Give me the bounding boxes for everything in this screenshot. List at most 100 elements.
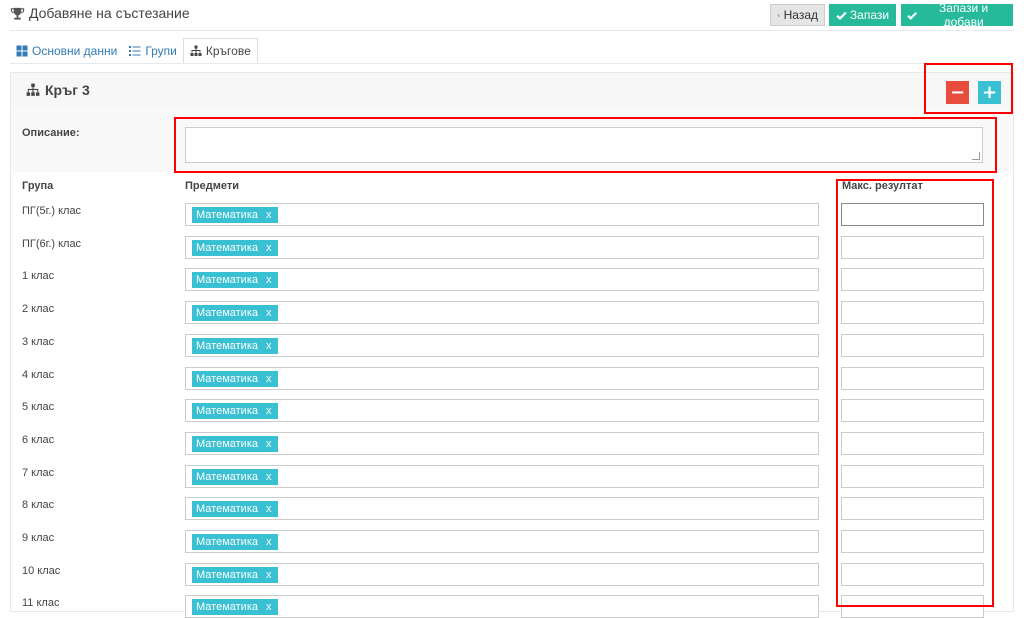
subject-tag-label: Математика	[196, 536, 258, 548]
subject-tag-label: Математика	[196, 569, 258, 581]
subject-tag: Математика x	[192, 501, 278, 517]
subject-tag: Математика x	[192, 240, 278, 256]
back-button[interactable]: Назад	[770, 4, 825, 26]
row-group-label: 11 клас	[22, 597, 60, 609]
subject-tag-label: Математика	[196, 340, 258, 352]
subjects-select[interactable]: Математика x	[185, 301, 819, 324]
resize-handle-icon[interactable]	[972, 152, 980, 160]
tabs-divider	[10, 63, 1014, 64]
trophy-icon	[10, 7, 25, 20]
subjects-select[interactable]: Математика x	[185, 236, 819, 259]
max-result-input[interactable]	[841, 432, 984, 455]
save-and-add-button[interactable]: Запази и добави	[901, 1, 1013, 29]
subjects-select[interactable]: Математика x	[185, 334, 819, 357]
save-button[interactable]: Запази	[829, 4, 896, 26]
column-header-group: Група	[22, 180, 54, 192]
max-result-input[interactable]	[841, 465, 984, 488]
back-button-label: Назад	[783, 8, 818, 22]
tab-rounds-label: Кръгове	[205, 44, 251, 58]
save-button-label: Запази	[849, 8, 890, 22]
max-result-input[interactable]	[841, 203, 984, 226]
subject-tag: Математика x	[192, 567, 278, 583]
subjects-select[interactable]: Математика x	[185, 268, 819, 291]
remove-tag-icon[interactable]: x	[266, 438, 272, 450]
subject-tag: Математика x	[192, 272, 278, 288]
row-group-label: 4 клас	[22, 369, 55, 381]
remove-tag-icon[interactable]: x	[266, 536, 272, 548]
description-textarea[interactable]	[185, 127, 983, 163]
save-and-add-button-label: Запази и добави	[939, 1, 989, 29]
add-round-button[interactable]: +	[978, 81, 1001, 104]
max-result-input[interactable]	[841, 367, 984, 390]
subjects-select[interactable]: Математика x	[185, 432, 819, 455]
subject-tag: Математика x	[192, 403, 278, 419]
max-result-input[interactable]	[841, 301, 984, 324]
round-title: Кръг 3	[25, 82, 90, 98]
subject-tag-label: Математика	[196, 405, 258, 417]
subjects-select[interactable]: Математика x	[185, 399, 819, 422]
tab-rounds[interactable]: Кръгове	[182, 38, 258, 64]
remove-tag-icon[interactable]: x	[266, 307, 272, 319]
subject-tag: Математика x	[192, 534, 278, 550]
remove-tag-icon[interactable]: x	[266, 405, 272, 417]
tab-groups-label: Групи	[145, 44, 177, 58]
remove-tag-icon[interactable]: x	[266, 503, 272, 515]
row-group-label: ПГ(6г.) клас	[22, 238, 82, 250]
check-icon	[907, 11, 918, 20]
tab-bar: Основни данни Групи Кръгове	[10, 38, 258, 64]
max-result-input[interactable]	[841, 530, 984, 553]
plus-icon: +	[981, 81, 998, 103]
subject-tag-label: Математика	[196, 438, 258, 450]
subject-tag: Математика x	[192, 371, 278, 387]
subjects-select[interactable]: Математика x	[185, 563, 819, 586]
remove-tag-icon[interactable]: x	[266, 601, 272, 613]
row-group-label: 1 клас	[22, 270, 55, 282]
remove-tag-icon[interactable]: x	[266, 340, 272, 352]
subject-tag-label: Математика	[196, 503, 258, 515]
grid-icon	[16, 45, 28, 57]
tab-main-data[interactable]: Основни данни	[10, 38, 123, 64]
subjects-select[interactable]: Математика x	[185, 203, 819, 226]
subjects-select[interactable]: Математика x	[185, 530, 819, 553]
subject-tag-label: Математика	[196, 209, 258, 221]
row-group-label: 2 клас	[22, 303, 55, 315]
remove-tag-icon[interactable]: x	[266, 274, 272, 286]
remove-tag-icon[interactable]: x	[266, 569, 272, 581]
max-result-input[interactable]	[841, 399, 984, 422]
row-group-label: 5 клас	[22, 401, 55, 413]
row-group-label: 7 клас	[22, 467, 55, 479]
chevron-left-icon	[777, 13, 780, 17]
max-result-input[interactable]	[841, 268, 984, 291]
row-group-label: 10 клас	[22, 565, 61, 577]
column-header-max-result: Макс. резултат	[842, 180, 923, 192]
subject-tag-label: Математика	[196, 242, 258, 254]
round-title-text: Кръг 3	[45, 82, 90, 98]
max-result-input[interactable]	[841, 563, 984, 586]
subjects-select[interactable]: Математика x	[185, 497, 819, 520]
subjects-select[interactable]: Математика x	[185, 595, 819, 618]
row-group-label: 6 клас	[22, 434, 55, 446]
tab-groups[interactable]: Групи	[123, 38, 183, 64]
max-result-input[interactable]	[841, 595, 984, 618]
check-icon	[836, 11, 847, 20]
page-title-text: Добавяне на състезание	[29, 5, 190, 21]
remove-tag-icon[interactable]: x	[266, 242, 272, 254]
max-result-input[interactable]	[841, 497, 984, 520]
max-result-input[interactable]	[841, 236, 984, 259]
remove-tag-icon[interactable]: x	[266, 209, 272, 221]
sitemap-icon	[190, 45, 202, 56]
subjects-select[interactable]: Математика x	[185, 465, 819, 488]
row-group-label: 9 клас	[22, 532, 55, 544]
sitemap-icon	[26, 83, 40, 96]
subject-tag-label: Математика	[196, 601, 258, 613]
remove-round-button[interactable]: −	[946, 81, 969, 104]
max-result-input[interactable]	[841, 334, 984, 357]
subject-tag: Математика x	[192, 469, 278, 485]
remove-tag-icon[interactable]: x	[266, 471, 272, 483]
subjects-select[interactable]: Математика x	[185, 367, 819, 390]
subject-tag-label: Математика	[196, 373, 258, 385]
subject-tag: Математика x	[192, 599, 278, 615]
remove-tag-icon[interactable]: x	[266, 373, 272, 385]
header-divider	[10, 30, 1014, 31]
subject-tag: Математика x	[192, 207, 278, 223]
